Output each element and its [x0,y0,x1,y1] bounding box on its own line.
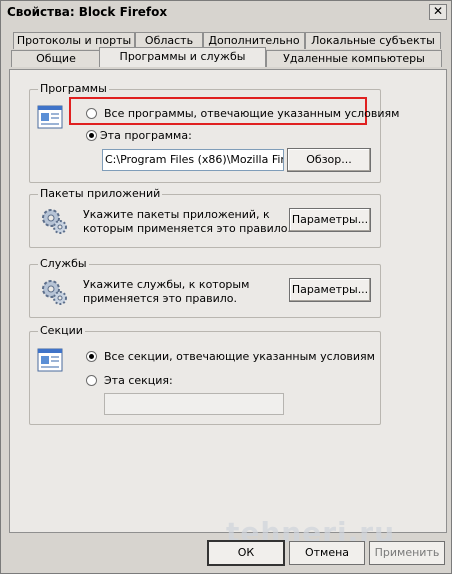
programs-group-title: Программы [38,82,109,95]
ok-button[interactable]: ОК [207,540,285,566]
tab-programs-services[interactable]: Программы и службы [99,47,266,67]
app-packages-desc-line1: Укажите пакеты приложений, к [83,208,270,221]
services-gears-icon [42,280,67,305]
all-sections-radio[interactable] [86,351,97,362]
tab-local-principals[interactable]: Локальные субъекты [305,32,441,49]
app-packages-group-title: Пакеты приложений [38,187,163,200]
window-title: Свойства: Block Firefox [7,5,168,19]
services-desc-line2: применяется это правило. [83,292,238,305]
browse-button[interactable]: Обзор... [287,148,371,172]
apply-button[interactable]: Применить [369,541,445,565]
this-program-label[interactable]: Эта программа: [100,129,192,142]
services-desc-line1: Укажите службы, к которым [83,278,250,291]
cancel-button[interactable]: Отмена [289,541,365,565]
program-path-field[interactable]: C:\Program Files (x86)\Mozilla Firefox [102,149,284,171]
services-settings-button[interactable]: Параметры... [289,278,371,302]
tab-remote-computers[interactable]: Удаленные компьютеры [266,50,442,67]
close-button[interactable]: ✕ [429,4,447,20]
this-program-radio[interactable] [86,130,97,141]
all-sections-label[interactable]: Все секции, отвечающие указанным условия… [104,350,375,363]
this-section-radio[interactable] [86,375,97,386]
gears-icon [42,209,67,234]
this-section-label[interactable]: Эта секция: [104,374,173,387]
section-field[interactable] [104,393,284,415]
title-bar: Свойства: Block Firefox ✕ [1,1,451,23]
program-window-icon [37,105,63,129]
properties-dialog: Свойства: Block Firefox ✕ Протоколы и по… [0,0,452,574]
all-programs-radio[interactable] [86,108,97,119]
section-window-icon [37,348,63,372]
services-group-title: Службы [38,257,89,270]
sections-group-title: Секции [38,324,85,337]
app-packages-desc-line2: которым применяется это правило. [83,222,291,235]
all-programs-label[interactable]: Все программы, отвечающие указанным усло… [104,107,399,120]
tab-general[interactable]: Общие [11,50,101,67]
app-packages-settings-button[interactable]: Параметры... [289,208,371,232]
